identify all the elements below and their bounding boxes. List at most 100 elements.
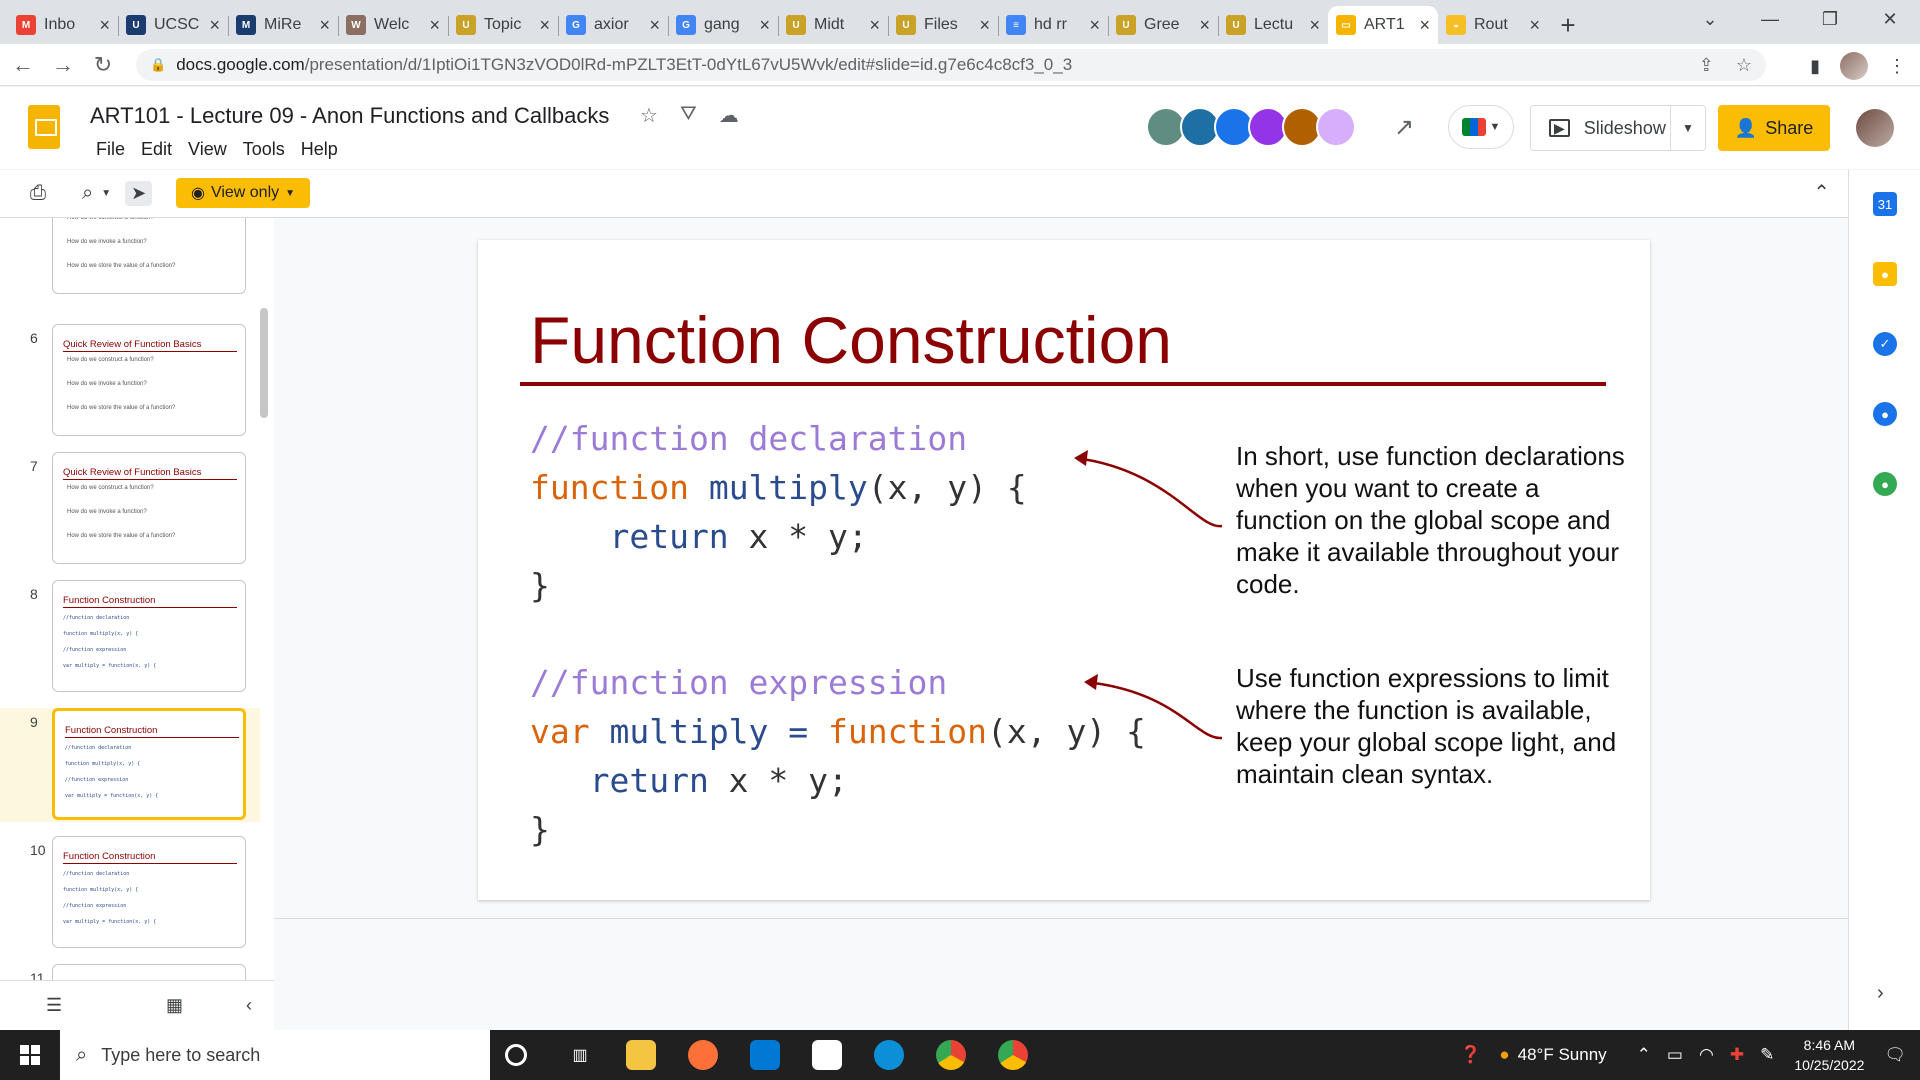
task-view-icon[interactable]: ▥	[565, 1040, 595, 1070]
slide-thumbnail[interactable]: Function Construction //function declarat…	[52, 708, 246, 820]
close-tab-icon[interactable]: ×	[319, 15, 330, 36]
slides-logo-icon[interactable]	[28, 105, 60, 149]
menu-view[interactable]: View	[180, 139, 235, 160]
new-tab-button[interactable]: +	[1548, 6, 1588, 44]
activity-dashboard-icon[interactable]: ↗	[1394, 113, 1414, 142]
file-explorer-icon[interactable]	[626, 1040, 656, 1070]
start-button[interactable]	[0, 1030, 60, 1080]
minimize-icon[interactable]: —	[1740, 0, 1800, 38]
meet-button[interactable]: ▼	[1448, 105, 1514, 149]
menu-help[interactable]: Help	[293, 139, 346, 160]
select-cursor-icon[interactable]: ➤	[125, 181, 153, 206]
wifi-icon[interactable]: ◠	[1699, 1045, 1714, 1065]
close-tab-icon[interactable]: ×	[1529, 15, 1540, 36]
slide-thumbnail[interactable]: Quick Review of Function BasicsHow do we…	[52, 452, 246, 564]
firefox-icon[interactable]	[688, 1040, 718, 1070]
browser-menu-icon[interactable]: ⋮	[1888, 56, 1906, 77]
taskbar-search-input[interactable]: ⌕ Type here to search	[60, 1030, 490, 1080]
browser-tab[interactable]: M Inbo ×	[8, 6, 118, 44]
pen-icon[interactable]: ✎	[1760, 1045, 1774, 1065]
network-icon[interactable]: ✚	[1730, 1045, 1744, 1065]
slide-thumbnail[interactable]: Quick Review of Function BasicsHow do we…	[52, 218, 246, 294]
mail-icon[interactable]	[750, 1040, 780, 1070]
close-tab-icon[interactable]: ×	[869, 15, 880, 36]
browser-tab[interactable]: M MiRe ×	[228, 6, 338, 44]
browser-tab[interactable]: U UCSC ×	[118, 6, 228, 44]
close-window-icon[interactable]: ✕	[1860, 0, 1920, 38]
browser-tab[interactable]: ≡ hd rr ×	[998, 6, 1108, 44]
meet-now-icon[interactable]: ▭	[1667, 1045, 1683, 1065]
browser-tab[interactable]: ◒ Rout ×	[1438, 6, 1548, 44]
close-tab-icon[interactable]: ×	[99, 15, 110, 36]
expand-side-panel-icon[interactable]: ›	[1877, 982, 1884, 1005]
move-to-drive-icon[interactable]: ⛛	[680, 103, 697, 128]
browser-tab[interactable]: Gaxior ×	[558, 6, 668, 44]
clock[interactable]: 8:46 AM 10/25/2022	[1794, 1035, 1864, 1075]
slideshow-dropdown-icon[interactable]: ▼	[1671, 121, 1705, 135]
close-tab-icon[interactable]: ×	[539, 15, 550, 36]
chrome-profile-icon[interactable]	[998, 1040, 1028, 1070]
side-panel-icon[interactable]: ▮	[1810, 56, 1820, 77]
grid-view-icon[interactable]: ▦	[166, 995, 183, 1016]
close-tab-icon[interactable]: ×	[209, 15, 220, 36]
contacts-icon[interactable]: ●	[1873, 402, 1897, 426]
help-icon[interactable]: ❓	[1460, 1045, 1481, 1065]
store-icon[interactable]	[812, 1040, 842, 1070]
slide-thumbnail[interactable]: Function Construction //function declarat…	[52, 580, 246, 692]
browser-tab[interactable]: U Lectu ×	[1218, 6, 1328, 44]
weather-text[interactable]: 48°F Sunny	[1518, 1045, 1607, 1065]
browser-tab[interactable]: W Welc ×	[338, 6, 448, 44]
menu-file[interactable]: File	[88, 139, 133, 160]
maps-icon[interactable]: ●	[1873, 472, 1897, 496]
cloud-status-icon[interactable]: ☁	[719, 103, 739, 128]
zoom-dropdown-icon[interactable]: ▼	[101, 188, 111, 199]
collaborator-avatar[interactable]	[1316, 107, 1356, 147]
list-view-icon[interactable]: ☰	[46, 995, 62, 1016]
tasks-icon[interactable]: ✓	[1873, 332, 1897, 356]
profile-avatar[interactable]	[1840, 52, 1868, 80]
calendar-icon[interactable]: 31	[1873, 192, 1897, 216]
slideshow-button[interactable]: ▶ Slideshow ▼	[1530, 105, 1706, 151]
maximize-icon[interactable]: ❐	[1800, 0, 1860, 38]
reload-icon[interactable]: ↻	[86, 52, 120, 78]
close-tab-icon[interactable]: ×	[759, 15, 770, 36]
back-icon[interactable]: ←	[6, 52, 40, 78]
menu-tools[interactable]: Tools	[235, 139, 293, 160]
browser-tab[interactable]: U Topic ×	[448, 6, 558, 44]
lock-icon[interactable]: 🔒	[150, 57, 166, 73]
view-only-button[interactable]: ◉ View only ▼	[176, 178, 310, 208]
close-tab-icon[interactable]: ×	[1309, 15, 1320, 36]
browser-tab[interactable]: U Files ×	[888, 6, 998, 44]
speaker-notes-divider[interactable]	[274, 918, 1848, 922]
close-tab-icon[interactable]: ×	[429, 15, 440, 36]
slide-thumbnail[interactable]: Function Construction //function declarat…	[52, 836, 246, 948]
close-tab-icon[interactable]: ×	[649, 15, 660, 36]
share-page-icon[interactable]: ⇪	[1699, 55, 1714, 76]
browser-tab[interactable]: Ggang ×	[668, 6, 778, 44]
browser-tab[interactable]: U Gree ×	[1108, 6, 1218, 44]
account-avatar[interactable]	[1856, 109, 1894, 147]
document-title[interactable]: ART101 - Lecture 09 - Anon Functions and…	[90, 103, 609, 129]
notifications-icon[interactable]: 🗨	[1884, 1045, 1906, 1065]
close-tab-icon[interactable]: ×	[1089, 15, 1100, 36]
print-icon[interactable]: ⎙	[30, 182, 46, 205]
forward-icon[interactable]: →	[46, 52, 80, 78]
close-tab-icon[interactable]: ×	[1199, 15, 1210, 36]
close-tab-icon[interactable]: ×	[1419, 15, 1430, 36]
show-hidden-icons[interactable]: ⌃	[1637, 1045, 1651, 1065]
collapse-menus-icon[interactable]: ⌃	[1813, 180, 1830, 205]
tab-search-icon[interactable]: ⌄	[1680, 0, 1740, 38]
keep-icon[interactable]: ●	[1873, 262, 1897, 286]
close-tab-icon[interactable]: ×	[979, 15, 990, 36]
cortana-icon[interactable]	[505, 1044, 527, 1066]
browser-tab[interactable]: U Midt ×	[778, 6, 888, 44]
bookmark-star-icon[interactable]: ☆	[1736, 55, 1752, 76]
slide-thumbnail[interactable]: Quick Review of Function BasicsHow do we…	[52, 324, 246, 436]
collapse-filmstrip-icon[interactable]: ‹	[246, 995, 252, 1016]
menu-edit[interactable]: Edit	[133, 139, 180, 160]
url-input[interactable]: 🔒 docs.google.com/presentation/d/1IptiOi…	[136, 49, 1766, 81]
browser-tab[interactable]: ▭ ART1 ×	[1328, 6, 1438, 44]
edge-icon[interactable]	[874, 1040, 904, 1070]
zoom-icon[interactable]: ⌕	[82, 182, 93, 205]
chrome-icon[interactable]	[936, 1040, 966, 1070]
